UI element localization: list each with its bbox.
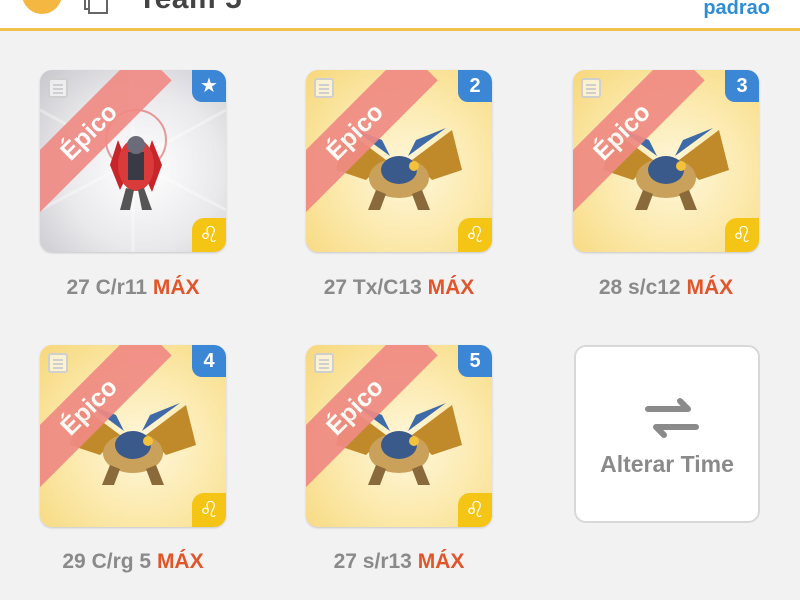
details-icon[interactable] (314, 78, 334, 98)
caption-max: MÁX (156, 550, 204, 573)
details-icon[interactable] (581, 78, 601, 98)
slot-badge: 4 (192, 345, 226, 377)
back-button[interactable] (22, 0, 62, 14)
monster-card-2[interactable]: Épico 2 ♌ (306, 70, 492, 252)
leo-icon: ♌ (192, 493, 226, 527)
caption-level: 27 C/r11 (66, 276, 148, 299)
padrao-button[interactable]: padrao (703, 0, 770, 20)
details-icon[interactable] (48, 78, 68, 98)
caption-max: MÁX (427, 276, 475, 299)
monster-card-4[interactable]: Épico 4 ♌ (40, 345, 226, 527)
caption-max: MÁX (686, 276, 734, 299)
slot-badge: 2 (458, 70, 492, 102)
monster-card-5[interactable]: Épico 5 ♌ (306, 345, 492, 527)
monster-card-1[interactable]: Épico ★ ♌ (40, 70, 226, 252)
alter-team-button[interactable]: Alterar Time (574, 345, 760, 523)
leo-icon: ♌ (192, 218, 226, 252)
swap-arrows-icon (645, 398, 699, 438)
slot-badge: 5 (458, 345, 492, 377)
leo-icon: ♌ (725, 218, 759, 252)
monster-caption: 27 Tx/C13 MÁX (289, 276, 509, 300)
caption-level: 27 s/r13 (333, 550, 412, 573)
details-icon[interactable] (314, 353, 334, 373)
caption-max: MÁX (417, 550, 465, 573)
monster-caption: 29 C/rg 5 MÁX (23, 550, 243, 574)
caption-level: 27 Tx/C13 (323, 276, 422, 299)
caption-level: 29 C/rg 5 (62, 550, 152, 573)
alter-team-label: Alterar Time (600, 451, 734, 477)
slot-badge: ★ (192, 70, 226, 102)
monster-caption: 27 C/r11 MÁX (23, 276, 243, 300)
leo-icon: ♌ (458, 218, 492, 252)
slot-badge: 3 (725, 70, 759, 102)
top-bar: Team 5 padrao (0, 0, 800, 31)
monster-caption: 27 s/r13 MÁX (289, 550, 509, 574)
caption-level: 28 s/c12 (598, 276, 681, 299)
caption-max: MÁX (152, 276, 200, 299)
leo-icon: ♌ (458, 493, 492, 527)
page-title: Team 5 (138, 0, 242, 16)
monster-card-3[interactable]: Épico 3 ♌ (573, 70, 759, 252)
team-list-icon (84, 0, 108, 14)
monster-caption: 28 s/c12 MÁX (556, 276, 776, 300)
details-icon[interactable] (48, 353, 68, 373)
